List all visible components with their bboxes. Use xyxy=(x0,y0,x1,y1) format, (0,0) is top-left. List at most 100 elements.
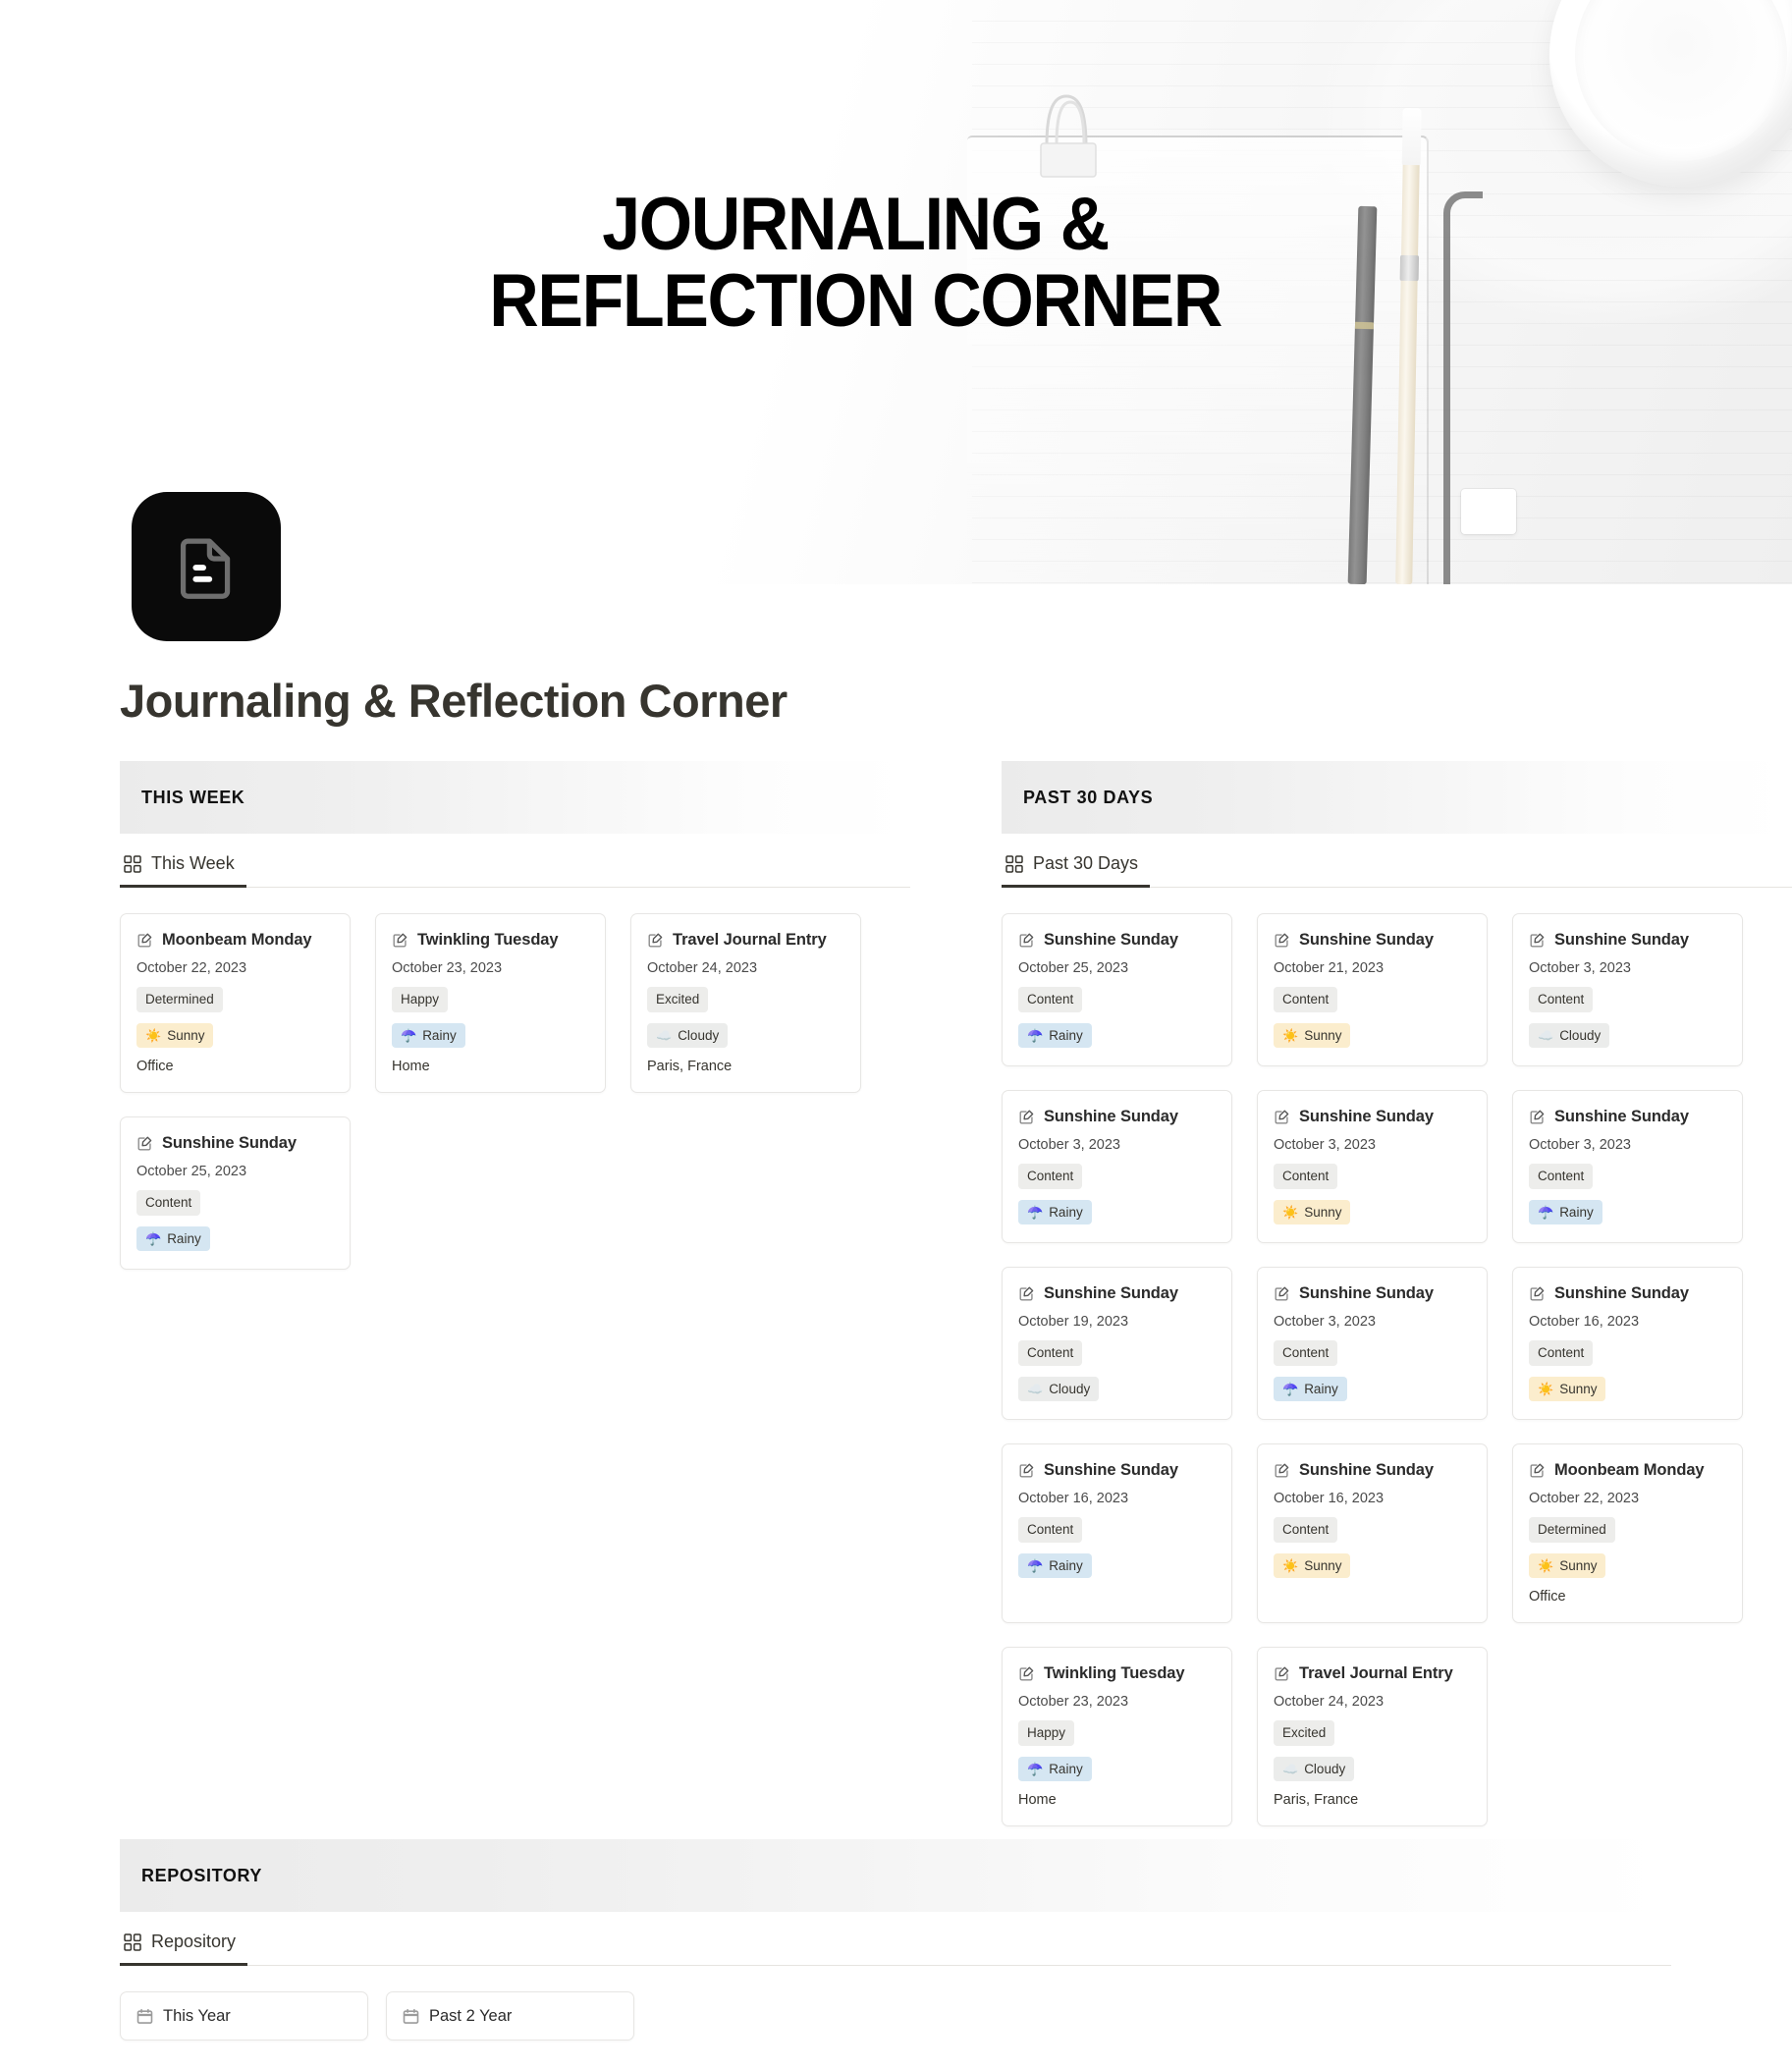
mood-tag-row: Content xyxy=(1529,1340,1726,1366)
weather-tag[interactable]: ☂️ Rainy xyxy=(136,1225,210,1251)
weather-label: Sunny xyxy=(1559,1381,1598,1396)
entry-title: Sunshine Sunday xyxy=(1044,1284,1178,1302)
weather-tag[interactable]: ☁️ Cloudy xyxy=(1529,1022,1610,1048)
mood-tag[interactable]: Content xyxy=(1274,1517,1338,1543)
weather-tag[interactable]: ☂️ Rainy xyxy=(1018,1552,1092,1578)
card-grid-this-week: Moonbeam Monday October 22, 2023 Determine… xyxy=(120,913,910,1270)
entry-title: Sunshine Sunday xyxy=(1299,931,1434,949)
repository-card[interactable]: This Year xyxy=(120,1991,368,2041)
tab-repository[interactable]: Repository xyxy=(120,1932,248,1966)
mood-tag[interactable]: Content xyxy=(1529,987,1594,1012)
journal-entry-card[interactable]: Twinkling Tuesday October 23, 2023 Happy ☂️… xyxy=(1002,1647,1232,1826)
journal-entry-card[interactable]: Travel Journal Entry October 24, 2023 Exci… xyxy=(1257,1647,1488,1826)
mood-tag[interactable]: Content xyxy=(1529,1340,1594,1366)
weather-tag[interactable]: ☁️ Cloudy xyxy=(1274,1756,1355,1781)
weather-tag[interactable]: ☀️ Sunny xyxy=(136,1022,214,1048)
weather-tag[interactable]: ☂️ Rainy xyxy=(1018,1756,1092,1781)
mood-tag-row: Content xyxy=(1529,987,1726,1012)
entry-title: Twinkling Tuesday xyxy=(417,931,559,949)
repository-card-label: Past 2 Year xyxy=(429,2006,513,2025)
entry-location: Office xyxy=(136,1059,174,1074)
weather-label: Sunny xyxy=(167,1027,205,1043)
weather-tag-row: ☀️ Sunny xyxy=(1529,1376,1726,1401)
entry-date: October 19, 2023 xyxy=(1018,1314,1129,1330)
journal-entry-card[interactable]: Sunshine Sunday October 16, 2023 Content ☂️… xyxy=(1002,1443,1232,1623)
mood-tag[interactable]: Happy xyxy=(1018,1720,1075,1746)
calendar-icon xyxy=(403,2008,419,2024)
mood-tag[interactable]: Excited xyxy=(647,987,709,1012)
mood-tag[interactable]: Excited xyxy=(1274,1720,1335,1746)
weather-tag[interactable]: ☀️ Sunny xyxy=(1274,1199,1351,1224)
repository-card-label: This Year xyxy=(163,2006,231,2025)
journal-entry-card[interactable]: Sunshine Sunday October 3, 2023 Content ☂️ R… xyxy=(1257,1267,1488,1420)
weather-tag[interactable]: ☂️ Rainy xyxy=(1529,1199,1602,1224)
entry-title: Sunshine Sunday xyxy=(1044,1461,1178,1479)
mood-tag[interactable]: Content xyxy=(1274,1164,1338,1189)
edit-square-icon xyxy=(393,933,407,948)
weather-tag[interactable]: ☀️ Sunny xyxy=(1274,1552,1351,1578)
weather-emoji-icon: ☀️ xyxy=(145,1027,162,1043)
card-title-row: Travel Journal Entry xyxy=(1274,1664,1471,1683)
edit-square-icon xyxy=(1275,1666,1289,1681)
journal-entry-card[interactable]: Moonbeam Monday October 22, 2023 Determine… xyxy=(120,913,351,1093)
repository-card[interactable]: Past 2 Year xyxy=(386,1991,634,2041)
card-title-row: Moonbeam Monday xyxy=(136,931,334,950)
weather-tag[interactable]: ☂️ Rainy xyxy=(1018,1022,1092,1048)
journal-entry-card[interactable]: Sunshine Sunday October 3, 2023 Content ☂️ R… xyxy=(1512,1090,1743,1243)
weather-tag[interactable]: ☂️ Rainy xyxy=(1274,1376,1347,1401)
card-title-row: Sunshine Sunday xyxy=(1018,1108,1216,1126)
journal-entry-card[interactable]: Sunshine Sunday October 16, 2023 Content ☀️… xyxy=(1512,1267,1743,1420)
weather-tag-row: ☂️ Rainy xyxy=(1018,1552,1216,1578)
journal-entry-card[interactable]: Travel Journal Entry October 24, 2023 Exci… xyxy=(630,913,861,1093)
weather-tag-row: ☂️ Rainy xyxy=(1018,1199,1216,1224)
journal-entry-card[interactable]: Sunshine Sunday October 3, 2023 Content ☁️ C… xyxy=(1512,913,1743,1066)
journal-entry-card[interactable]: Sunshine Sunday October 16, 2023 Content ☀️… xyxy=(1257,1443,1488,1623)
weather-tag-row: ☁️ Cloudy xyxy=(1018,1376,1216,1401)
weather-tag-row: ☁️ Cloudy xyxy=(1274,1756,1471,1781)
mood-tag[interactable]: Determined xyxy=(136,987,223,1012)
edit-square-icon xyxy=(1019,1463,1034,1478)
journal-entry-card[interactable]: Sunshine Sunday October 3, 2023 Content ☀️ S… xyxy=(1257,1090,1488,1243)
weather-label: Sunny xyxy=(1304,1027,1342,1043)
mood-tag[interactable]: Content xyxy=(1529,1164,1594,1189)
mood-tag[interactable]: Content xyxy=(136,1190,201,1216)
mood-tag[interactable]: Content xyxy=(1018,1517,1083,1543)
journal-entry-card[interactable]: Sunshine Sunday October 25, 2023 Content ☂️… xyxy=(120,1116,351,1270)
weather-tag[interactable]: ☂️ Rainy xyxy=(1018,1199,1092,1224)
mood-tag[interactable]: Content xyxy=(1018,987,1083,1012)
weather-emoji-icon: ☀️ xyxy=(1282,1027,1299,1043)
journal-entry-card[interactable]: Moonbeam Monday October 22, 2023 Determine… xyxy=(1512,1443,1743,1623)
weather-tag-row: ☀️ Sunny xyxy=(1274,1199,1471,1224)
page-icon xyxy=(132,492,281,641)
tab-past-30-days[interactable]: Past 30 Days xyxy=(1002,853,1151,888)
mood-tag[interactable]: Content xyxy=(1274,1340,1338,1366)
mood-tag[interactable]: Content xyxy=(1018,1340,1083,1366)
mood-tag[interactable]: Content xyxy=(1274,987,1338,1012)
weather-tag-row: ☀️ Sunny xyxy=(136,1022,334,1048)
entry-title: Sunshine Sunday xyxy=(162,1134,297,1152)
entry-title: Moonbeam Monday xyxy=(1554,1461,1705,1479)
entry-title: Moonbeam Monday xyxy=(162,931,312,949)
weather-tag[interactable]: ☀️ Sunny xyxy=(1529,1552,1606,1578)
mood-tag-row: Content xyxy=(1529,1164,1726,1189)
weather-tag[interactable]: ☂️ Rainy xyxy=(392,1022,465,1048)
mood-tag[interactable]: Happy xyxy=(392,987,449,1012)
journal-entry-card[interactable]: Sunshine Sunday October 3, 2023 Content ☂️ R… xyxy=(1002,1090,1232,1243)
entry-location: Home xyxy=(1018,1792,1057,1808)
weather-label: Rainy xyxy=(1049,1204,1083,1220)
journal-entry-card[interactable]: Sunshine Sunday October 19, 2023 Content ☁️… xyxy=(1002,1267,1232,1420)
journal-entry-card[interactable]: Sunshine Sunday October 21, 2023 Content ☀️… xyxy=(1257,913,1488,1066)
entry-title: Twinkling Tuesday xyxy=(1044,1664,1185,1682)
weather-tag[interactable]: ☀️ Sunny xyxy=(1274,1022,1351,1048)
tab-this-week[interactable]: This Week xyxy=(120,853,246,888)
journal-entry-card[interactable]: Sunshine Sunday October 25, 2023 Content ☂️… xyxy=(1002,913,1232,1066)
weather-tag[interactable]: ☁️ Cloudy xyxy=(647,1022,729,1048)
entry-date: October 3, 2023 xyxy=(1274,1137,1376,1153)
journal-entry-card[interactable]: Twinkling Tuesday October 23, 2023 Happy ☂️… xyxy=(375,913,606,1093)
mood-tag-row: Determined xyxy=(136,987,334,1012)
weather-tag[interactable]: ☁️ Cloudy xyxy=(1018,1376,1100,1401)
card-title-row: Sunshine Sunday xyxy=(136,1134,334,1153)
mood-tag[interactable]: Determined xyxy=(1529,1517,1615,1543)
mood-tag[interactable]: Content xyxy=(1018,1164,1083,1189)
weather-tag[interactable]: ☀️ Sunny xyxy=(1529,1376,1606,1401)
